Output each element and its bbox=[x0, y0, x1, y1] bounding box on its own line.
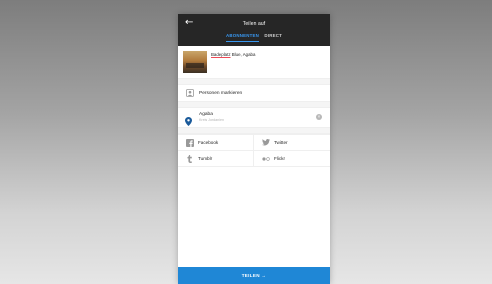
share-tumblr[interactable]: Tumblr bbox=[178, 151, 254, 167]
location-subtitle: Kreis Jordanien bbox=[199, 118, 224, 122]
tumblr-icon bbox=[185, 155, 194, 163]
location-pin-icon bbox=[185, 113, 192, 126]
share-flickr[interactable]: Flickr bbox=[254, 151, 330, 167]
caption-rest: Blue, Agaba bbox=[230, 52, 256, 57]
share-twitter[interactable]: Twitter bbox=[254, 135, 330, 151]
share-screen: ← Teilen auf ABONNENTEN DIRECT Badeplatz… bbox=[178, 14, 330, 284]
page-title: Teilen auf bbox=[242, 21, 266, 27]
facebook-icon bbox=[185, 139, 194, 147]
location-name: Agaba bbox=[199, 112, 213, 117]
tag-people-label: Personen markieren bbox=[199, 91, 243, 96]
caption-text[interactable]: Badeplatz Blue, Agaba bbox=[211, 52, 255, 57]
share-button[interactable]: TEILEN → bbox=[178, 267, 330, 284]
top-bar: ← Teilen auf ABONNENTEN DIRECT bbox=[178, 14, 330, 46]
flickr-icon bbox=[261, 155, 270, 163]
tab-abonnenten[interactable]: ABONNENTEN bbox=[226, 33, 259, 42]
post-thumbnail bbox=[183, 51, 207, 73]
tumblr-label: Tumblr bbox=[198, 156, 213, 161]
tag-people-row[interactable]: Personen markieren bbox=[178, 85, 330, 102]
post-caption-row: Badeplatz Blue, Agaba bbox=[178, 46, 330, 79]
share-facebook[interactable]: Facebook bbox=[178, 135, 254, 151]
location-row[interactable]: Agaba Kreis Jordanien × bbox=[178, 108, 330, 128]
person-tag-icon bbox=[185, 89, 194, 98]
facebook-label: Facebook bbox=[198, 140, 219, 145]
twitter-label: Twitter bbox=[274, 140, 288, 145]
share-tabs: ABONNENTEN DIRECT bbox=[178, 33, 330, 42]
flickr-label: Flickr bbox=[274, 156, 285, 161]
twitter-icon bbox=[261, 139, 270, 147]
social-share-grid: Facebook Twitter Tumblr Flickr bbox=[178, 134, 330, 167]
caption-link[interactable]: Badeplatz bbox=[211, 52, 231, 57]
clear-location-icon[interactable]: × bbox=[316, 114, 322, 120]
tab-direct[interactable]: DIRECT bbox=[264, 33, 282, 41]
